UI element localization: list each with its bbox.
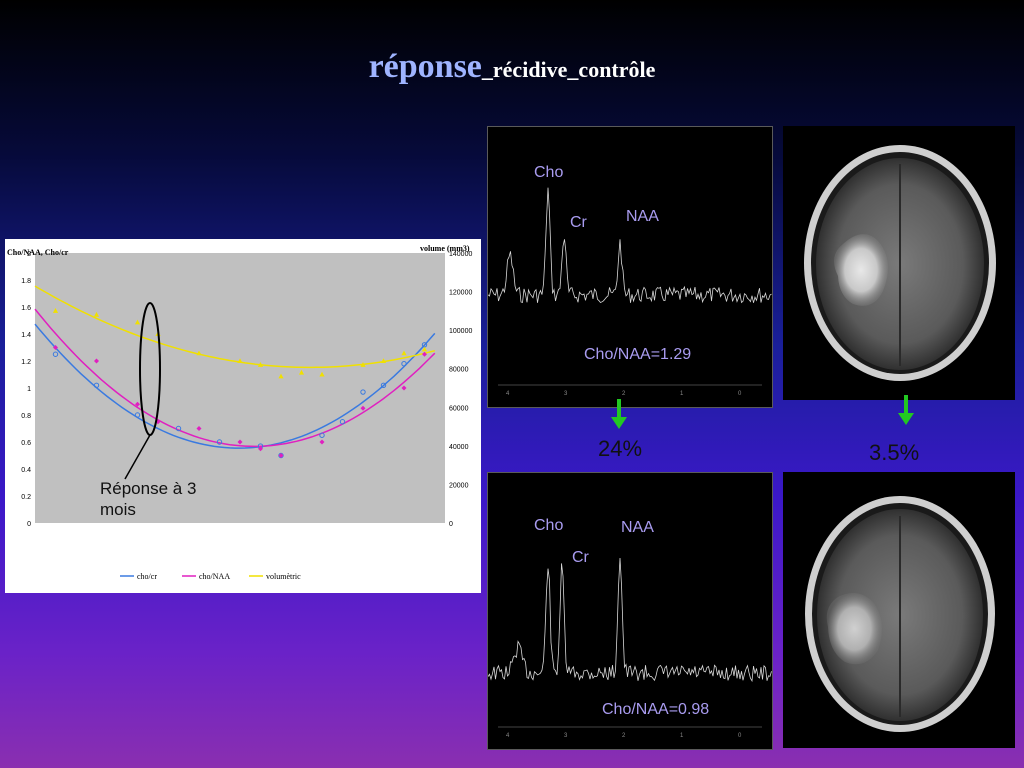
volume-change-pct: 3.5% — [869, 440, 920, 465]
mri-top-image — [804, 145, 996, 381]
spectrum-arrow — [611, 399, 627, 429]
annotation-overlay — [124, 302, 161, 480]
spectrum-change-pct: 24% — [598, 436, 643, 461]
spectrum-tick-label: 2 — [622, 733, 626, 739]
spectrum-tick-label: 1 — [680, 733, 684, 739]
spectrum-trace — [488, 557, 772, 683]
annotation-pointer — [124, 434, 151, 480]
volume-arrow — [898, 395, 914, 425]
mri-bottom-image — [805, 496, 995, 732]
cr-label-bottom: Cr — [572, 549, 589, 566]
spectrum-tick-label: 0 — [738, 733, 742, 739]
cr-label-top: Cr — [570, 214, 587, 231]
ratio-label-bottom: Cho/NAA=0.98 — [602, 701, 710, 718]
spectrum-tick-label: 4 — [506, 733, 510, 739]
spectrum-bottom: 4 3 2 1 0 Cho Cr NAA Cho/NAA=0.98 — [487, 472, 773, 750]
slide-title: réponse_récidive_contrôle — [0, 48, 1024, 86]
mri-scan-top — [783, 126, 1015, 400]
spectrum-trace — [488, 187, 772, 304]
spectrum-tick-label: 0 — [738, 391, 742, 397]
evolution-chart: Cho/NAA, Cho/cr volume (mm3) 0 0.2 0.4 0.6 0… — [5, 239, 481, 593]
spectrum-tick-label: 3 — [564, 733, 568, 739]
mri-scan-bottom — [783, 472, 1015, 748]
spectrum-tick-label: 4 — [506, 391, 510, 397]
naa-label-bottom: NAA — [621, 519, 654, 536]
response-annotation: Réponse à 3 mois — [100, 478, 196, 520]
spectrum-top-plot: 43210 — [488, 187, 772, 397]
title-suffix: _récidive_contrôle — [481, 57, 656, 82]
spectrum-tick-label: 1 — [680, 391, 684, 397]
annotation-line1: Réponse à 3 — [100, 479, 197, 498]
spectrum-top: 43210 Cho Cr NAA Cho/NAA=1.29 — [487, 126, 773, 408]
cho-label-top: Cho — [534, 164, 564, 181]
ratio-label-top: Cho/NAA=1.29 — [584, 346, 692, 363]
naa-label-top: NAA — [626, 208, 659, 225]
response-oval — [139, 302, 161, 436]
title-main: réponse — [368, 48, 482, 85]
spectrum-tick-label: 3 — [564, 391, 568, 397]
annotation-line2: mois — [100, 500, 136, 519]
cho-label-bottom: Cho — [534, 517, 564, 534]
